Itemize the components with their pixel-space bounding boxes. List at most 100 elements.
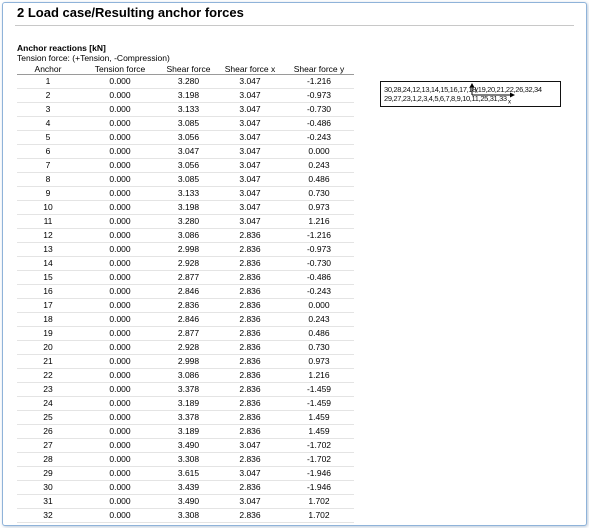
cell-shear-force-y: 1.459 <box>308 426 330 436</box>
cell-shear-force-x: 3.047 <box>239 90 261 100</box>
cell-shear-force-y: 1.459 <box>308 412 330 422</box>
cell-anchor-id: 31 <box>43 496 53 506</box>
title-divider <box>15 25 574 26</box>
cell-shear-force-y: 0.000 <box>308 300 330 310</box>
cell-anchor-id: 27 <box>43 440 53 450</box>
cell-tension-force: 0.000 <box>109 356 131 366</box>
cell-shear-force-y: 1.702 <box>308 510 330 520</box>
cell-shear-force-x: 2.836 <box>239 300 261 310</box>
table-row: 27 0.000 3.490 3.047 -1.702 <box>17 439 354 453</box>
cell-shear-force-x: 3.047 <box>239 216 261 226</box>
cell-tension-force: 0.000 <box>109 482 131 492</box>
column-header-shear-force-x: Shear force x <box>224 64 276 74</box>
cell-shear-force-x: 2.836 <box>239 384 261 394</box>
table-row: 330.0003.6153.0471.946 <box>17 523 354 525</box>
cell-shear-force-y: -1.702 <box>306 454 332 464</box>
cell-anchor-id: 20 <box>43 342 53 352</box>
cell-tension-force: 0.000 <box>109 230 131 240</box>
cell-shear-force-y: -0.243 <box>306 132 332 142</box>
cell-shear-force: 2.998 <box>177 244 200 254</box>
cell-shear-force: 3.086 <box>177 370 200 380</box>
cell-shear-force-x: 3.047 <box>239 160 261 170</box>
cell-shear-force: 2.998 <box>177 356 200 366</box>
anchor-reactions-table: Anchor Tension force Shear force Shear f… <box>17 64 354 525</box>
cell-anchor-id: 21 <box>43 356 53 366</box>
table-header-row: Anchor Tension force Shear force Shear f… <box>17 64 354 75</box>
table-row: 1 0.000 3.280 3.047 -1.216 <box>17 75 354 89</box>
cell-shear-force: 2.877 <box>177 328 200 338</box>
cell-shear-force-y: 0.973 <box>308 202 330 212</box>
cell-shear-force-y: -0.730 <box>306 104 332 114</box>
cell-anchor-id: 7 <box>45 160 51 170</box>
cell-tension-force: 0.000 <box>109 272 131 282</box>
cell-anchor-id: 2 <box>45 90 51 100</box>
cell-shear-force-y: 0.730 <box>308 342 330 352</box>
table-row: 12 0.000 3.086 2.836 -1.216 <box>17 229 354 243</box>
cell-shear-force-y: -1.459 <box>306 398 332 408</box>
cell-anchor-id: 12 <box>43 230 53 240</box>
cell-tension-force: 0.000 <box>109 132 131 142</box>
cell-tension-force: 0.000 <box>109 174 131 184</box>
cell-shear-force: 3.490 <box>177 496 200 506</box>
axis-label-x: x <box>508 100 511 106</box>
cell-shear-force-x: 3.047 <box>239 132 261 142</box>
cell-shear-force: 3.308 <box>177 454 200 464</box>
sign-convention-note: Tension force: (+Tension, -Compression) <box>17 53 170 63</box>
cell-anchor-id: 23 <box>43 384 53 394</box>
report-title: 2 Load case/Resulting anchor forces <box>17 5 244 20</box>
cell-tension-force: 0.000 <box>109 440 131 450</box>
cell-anchor-id: 19 <box>43 328 53 338</box>
column-header-shear-force: Shear force <box>166 64 211 74</box>
cell-shear-force: 3.198 <box>177 202 200 212</box>
cell-shear-force-y: 0.000 <box>308 146 330 156</box>
cell-shear-force: 2.836 <box>177 300 200 310</box>
table-row: 7 0.000 3.056 3.047 0.243 <box>17 159 354 173</box>
cell-shear-force-x: 3.047 <box>239 468 261 478</box>
cell-shear-force: 2.846 <box>177 314 200 324</box>
cell-shear-force-y: -1.946 <box>306 482 332 492</box>
cell-shear-force-y: 1.216 <box>308 370 330 380</box>
cell-tension-force: 0.000 <box>109 468 131 478</box>
cell-shear-force-x: 2.836 <box>239 342 261 352</box>
cell-tension-force: 0.000 <box>109 328 131 338</box>
cell-tension-force: 0.000 <box>109 342 131 352</box>
cell-shear-force-x: 2.836 <box>239 328 261 338</box>
cell-anchor-id: 6 <box>45 146 51 156</box>
cell-tension-force: 0.000 <box>109 454 131 464</box>
cell-shear-force: 3.378 <box>177 412 200 422</box>
cell-tension-force: 0.000 <box>109 286 131 296</box>
cell-anchor-id: 29 <box>43 468 53 478</box>
table-row: 28 0.000 3.308 2.836 -1.702 <box>17 453 354 467</box>
cell-tension-force: 0.000 <box>109 76 131 86</box>
cell-anchor-id: 30 <box>43 482 53 492</box>
table-row: 25 0.000 3.378 2.836 1.459 <box>17 411 354 425</box>
cell-tension-force: 0.000 <box>109 412 131 422</box>
cell-shear-force-y: -0.730 <box>306 258 332 268</box>
table-row: 18 0.000 2.846 2.836 0.243 <box>17 313 354 327</box>
cell-tension-force: 0.000 <box>79 523 161 525</box>
table-row: 8 0.000 3.085 3.047 0.486 <box>17 173 354 187</box>
cell-shear-force: 2.928 <box>177 258 200 268</box>
cell-shear-force-x: 2.836 <box>239 398 261 408</box>
cell-tension-force: 0.000 <box>109 160 131 170</box>
cell-anchor-id: 1 <box>45 76 51 86</box>
cell-shear-force-x: 2.836 <box>239 412 261 422</box>
cell-shear-force-x: 3.047 <box>239 118 261 128</box>
cell-shear-force-x: 3.047 <box>239 188 261 198</box>
cell-shear-force-y: -1.946 <box>306 468 332 478</box>
cell-shear-force-x: 2.836 <box>239 314 261 324</box>
cell-anchor-id: 28 <box>43 454 53 464</box>
cell-tension-force: 0.000 <box>109 496 131 506</box>
table-row: 6 0.000 3.047 3.047 0.000 <box>17 145 354 159</box>
cell-shear-force-y: -0.486 <box>306 272 332 282</box>
cell-shear-force-y: -1.216 <box>306 76 332 86</box>
cell-shear-force-x: 2.836 <box>239 510 261 520</box>
coordinate-axes-icon: y x <box>469 83 515 106</box>
report-page: 2 Load case/Resulting anchor forces Anch… <box>2 2 587 526</box>
cell-shear-force: 3.085 <box>177 174 200 184</box>
cell-tension-force: 0.000 <box>109 510 131 520</box>
table-row: 13 0.000 2.998 2.836 -0.973 <box>17 243 354 257</box>
cell-shear-force-y: -1.216 <box>306 230 332 240</box>
cell-anchor-id: 17 <box>43 300 53 310</box>
table-body: 1 0.000 3.280 3.047 -1.216 2 0.000 3.198 3.047 -0… <box>17 75 354 525</box>
